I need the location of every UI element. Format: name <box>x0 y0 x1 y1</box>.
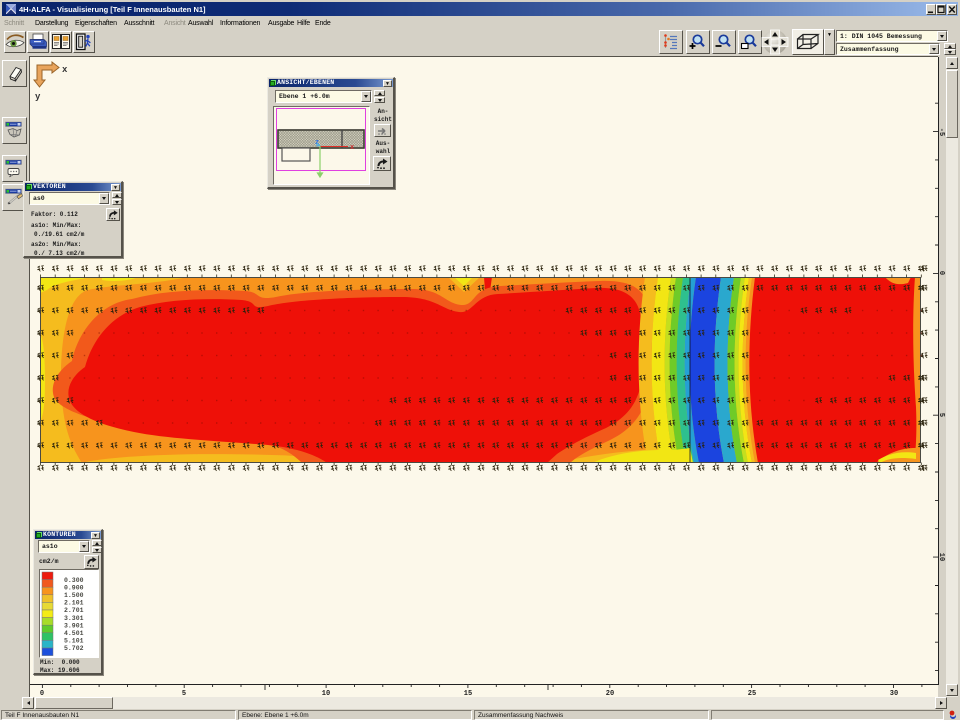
svg-text:0: 0 <box>40 690 44 697</box>
svg-text:2.101: 2.101 <box>64 600 84 607</box>
svg-text:-5: -5 <box>937 128 945 136</box>
svg-text:0.900: 0.900 <box>64 584 84 591</box>
svg-text:30: 30 <box>890 690 898 697</box>
svg-text:x: x <box>62 65 68 75</box>
svg-text:5.702: 5.702 <box>64 645 84 652</box>
svg-text:1.500: 1.500 <box>64 592 84 599</box>
svg-text:4.501: 4.501 <box>64 630 84 637</box>
svg-text:5: 5 <box>182 690 186 697</box>
svg-text:5.101: 5.101 <box>64 638 84 645</box>
svg-text:3.301: 3.301 <box>64 615 84 622</box>
svg-text:15: 15 <box>464 690 472 697</box>
svg-text:25: 25 <box>748 690 756 697</box>
svg-text:2.701: 2.701 <box>64 607 84 614</box>
svg-text:y: y <box>35 92 41 102</box>
svg-text:20: 20 <box>606 690 614 697</box>
svg-text:10: 10 <box>322 690 330 697</box>
svg-text:10: 10 <box>937 553 945 561</box>
svg-text:0.300: 0.300 <box>64 577 84 584</box>
svg-text:3.901: 3.901 <box>64 622 84 629</box>
